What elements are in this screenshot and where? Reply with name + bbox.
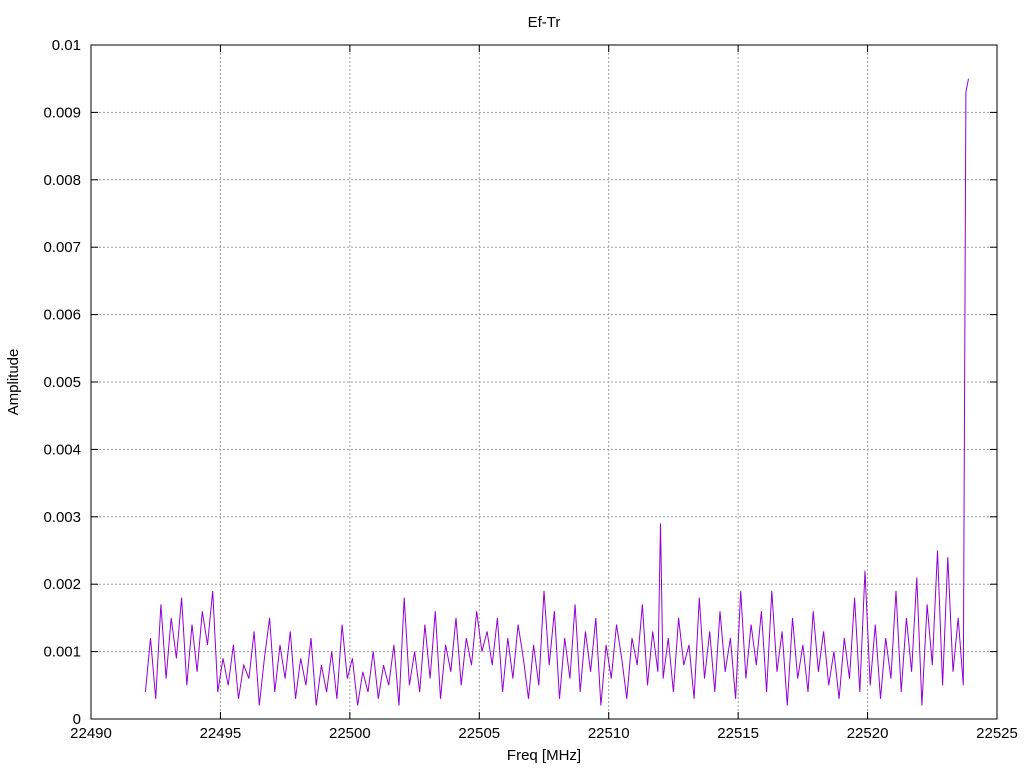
- y-tick-label: 0.01: [52, 37, 81, 54]
- y-axis-title: Amplitude: [5, 349, 22, 416]
- x-tick-label: 22520: [847, 725, 889, 742]
- y-tick-label: 0.002: [43, 576, 81, 593]
- data-layer: [144, 78, 969, 706]
- y-tick-label: 0: [73, 711, 81, 728]
- x-tick-labels: 22490 22495 22500 22505 22510 22515 22520 22525: [70, 725, 1018, 742]
- y-tick-labels: 0 0.001 0.002 0.003 0.004 0.005 0.006 0.007 0.00…: [43, 37, 81, 728]
- y-tick-label: 0.003: [43, 509, 81, 526]
- amplitude-series-line: [144, 78, 969, 706]
- y-tick-label: 0.004: [43, 441, 81, 458]
- y-tick-label: 0.007: [43, 239, 81, 256]
- x-tick-label: 22525: [976, 725, 1018, 742]
- x-tick-label: 22495: [200, 725, 242, 742]
- grid-lines: [91, 45, 997, 719]
- line-chart: Ef-Tr 22490 22495 22500 22505 22510 22515 2252…: [5, 14, 1018, 764]
- y-tick-label: 0.001: [43, 644, 81, 661]
- x-tick-label: 22510: [588, 725, 630, 742]
- chart-title: Ef-Tr: [528, 14, 561, 31]
- x-tick-label: 22515: [717, 725, 759, 742]
- y-tick-label: 0.005: [43, 374, 81, 391]
- x-tick-label: 22505: [458, 725, 500, 742]
- y-tick-label: 0.006: [43, 307, 81, 324]
- x-axis-title: Freq [MHz]: [507, 747, 581, 764]
- y-tick-label: 0.008: [43, 172, 81, 189]
- x-tick-label: 22500: [329, 725, 371, 742]
- y-tick-label: 0.009: [43, 104, 81, 121]
